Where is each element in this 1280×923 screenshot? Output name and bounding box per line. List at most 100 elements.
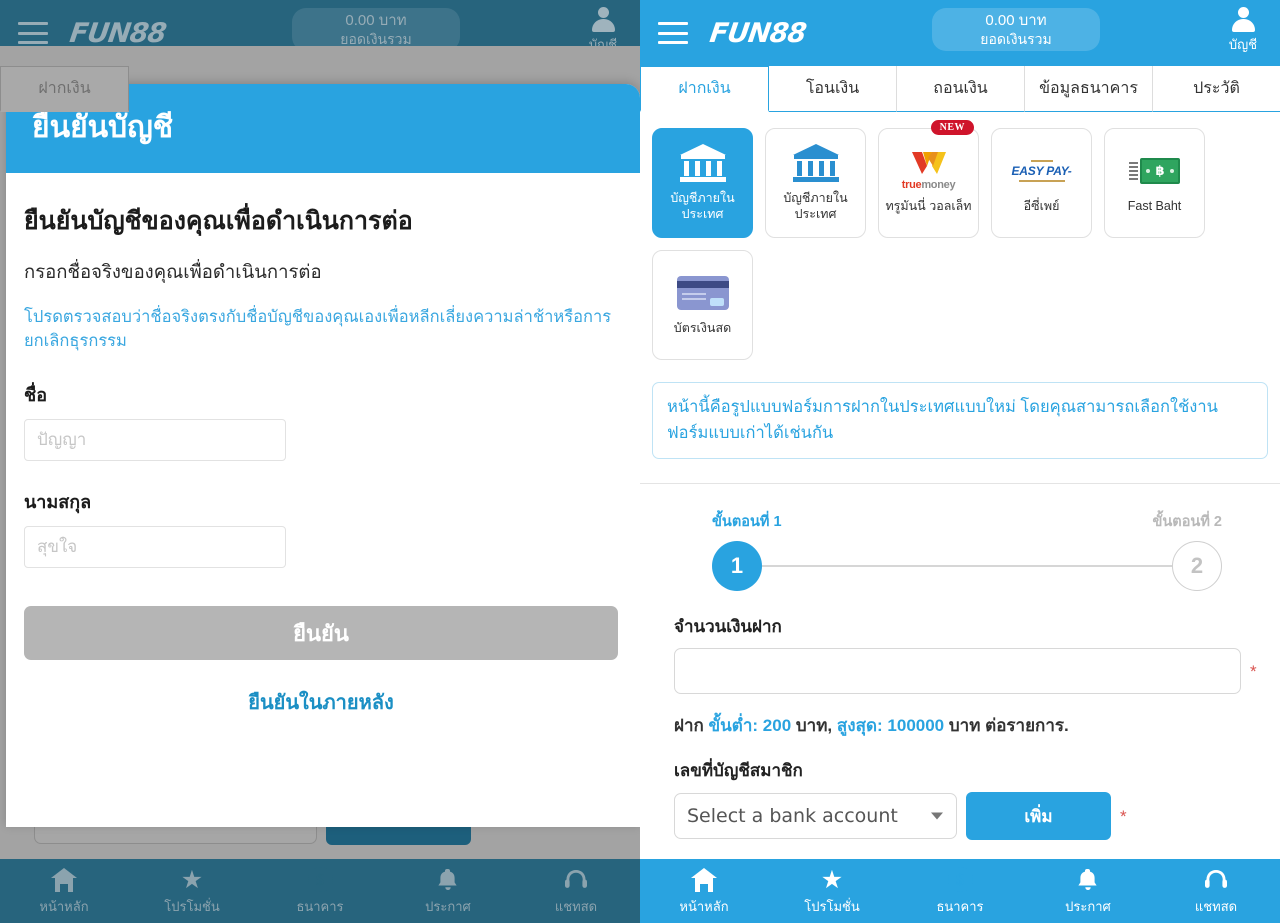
nav-item-promotion[interactable]: ★ โปรโมชั่น	[128, 866, 256, 917]
truemoney-wallet-logo: truemoney	[902, 150, 956, 192]
left-phone-panel: FUN88 0.00 บาท ยอดเงินรวม บัญชี ฝากเงิน …	[0, 0, 640, 923]
nav-item-announce[interactable]: ประกาศ	[384, 866, 512, 917]
limit-min-label: ขั้นต่ำ:	[708, 716, 759, 736]
payment-method-fastbaht[interactable]: ฿ Fast Baht	[1104, 128, 1205, 238]
amount-input[interactable]	[674, 648, 1241, 695]
app-header-right: FUN88 0.00 บาท ยอดเงินรวม บัญชี	[640, 0, 1280, 66]
nav-label-announce: ประกาศ	[425, 898, 471, 914]
payment-method-label: อีซี่เพย์	[1023, 198, 1060, 213]
deposit-stepper: ขั้นตอนที่ 1 ขั้นตอนที่ 2 1 2	[640, 484, 1280, 592]
bank-account-select[interactable]: Select a bank account	[674, 793, 957, 840]
step-1-label: ขั้นตอนที่ 1	[712, 514, 782, 531]
nav-label-bank: ธนาคาร	[936, 898, 984, 914]
nav-item-bank[interactable]: $ ธนาคาร	[256, 866, 384, 917]
deposit-limit-hint: ฝาก ขั้นต่ำ: 200 บาท, สูงสุด: 100000 บาท…	[674, 712, 1258, 739]
payment-method-cash-card[interactable]: บัตรเงินสด	[652, 250, 753, 360]
payment-method-easypay[interactable]: EASY PAY- อีซี่เพย์	[991, 128, 1092, 238]
firstname-input[interactable]	[24, 419, 286, 461]
lastname-field-group: นามสกุล	[24, 487, 618, 568]
firstname-field-group: ชื่อ	[24, 380, 618, 461]
payment-method-label: ทรูมันนี่ วอลเล็ท	[885, 198, 972, 213]
tab-strip-right: ฝากเงิน โอนเงิน ถอนเงิน ข้อมูลธนาคาร ประ…	[640, 66, 1280, 112]
bank-account-required-mark: *	[1120, 806, 1127, 826]
limit-max-unit: บาท	[948, 716, 981, 736]
lastname-input[interactable]	[24, 526, 286, 568]
dollar-coin-icon: $	[307, 866, 333, 892]
verify-account-modal: ยืนยันบัญชี ยืนยันบัญชีของคุณเพื่อดำเนิน…	[6, 84, 640, 827]
amount-field-group: จำนวนเงินฝาก *	[674, 613, 1258, 695]
tab-bank-info[interactable]: ข้อมูลธนาคาร	[1025, 66, 1153, 112]
user-avatar-icon	[1230, 7, 1256, 33]
star-icon: ★	[180, 865, 204, 894]
chevron-down-icon	[931, 812, 943, 820]
account-button[interactable]: บัญชี	[1216, 7, 1270, 55]
star-icon: ★	[820, 865, 844, 894]
balance-pill[interactable]: 0.00 บาท ยอดเงินรวม	[292, 8, 460, 51]
nav-label-home: หน้าหลัก	[679, 898, 729, 914]
truemoney-mark	[902, 150, 956, 176]
payment-method-label: Fast Baht	[1127, 198, 1182, 213]
tab-history[interactable]: ประวัติ	[1153, 66, 1280, 112]
tab-transfer[interactable]: โอนเงิน	[769, 66, 897, 112]
balance-amount: 0.00 บาท	[345, 12, 407, 29]
payment-method-local-bank-2[interactable]: บัญชีภายในประเทศ	[765, 128, 866, 238]
screenshot-root: FUN88 0.00 บาท ยอดเงินรวม บัญชี ฝากเงิน …	[0, 0, 1280, 923]
nav-item-home[interactable]: หน้าหลัก	[0, 866, 128, 917]
nav-label-promotion: โปรโมชั่น	[804, 898, 860, 914]
bank-account-field-group: เลขที่บัญชีสมาชิก Select a bank account …	[674, 757, 1258, 841]
nav-label-promotion: โปรโมชั่น	[164, 898, 220, 914]
modal-title: ยืนยันบัญชีของคุณเพื่อดำเนินการต่อ	[24, 207, 413, 235]
limit-max-label: สูงสุด:	[836, 716, 883, 736]
payment-method-truemoney[interactable]: NEW truemoney ทรูมันนี่ วอลเล็ท	[878, 120, 979, 238]
limit-max-value: 100000	[887, 716, 945, 736]
modal-warning: โปรดตรวจสอบว่าชื่อจริงตรงกับชื่อบัญชีของ…	[24, 307, 612, 351]
nav-item-bank[interactable]: $ ธนาคาร	[896, 866, 1024, 917]
payment-method-local-bank-1[interactable]: บัญชีภายในประเทศ	[652, 128, 753, 238]
add-bank-account-button[interactable]: เพิ่ม	[966, 792, 1111, 841]
bottom-nav-right: หน้าหลัก ★ โปรโมชั่น $ ธนาคาร ประกาศ แชท…	[640, 857, 1280, 923]
nav-item-livechat[interactable]: แชทสด	[512, 866, 640, 917]
tab-deposit[interactable]: ฝากเงิน	[640, 66, 769, 112]
nav-item-livechat[interactable]: แชทสด	[1152, 866, 1280, 917]
bottom-nav-left: หน้าหลัก ★ โปรโมชั่น $ ธนาคาร ประกาศ แชท…	[0, 857, 640, 923]
new-badge: NEW	[930, 120, 974, 135]
nav-item-home[interactable]: หน้าหลัก	[640, 866, 768, 917]
step-2-label: ขั้นตอนที่ 2	[1152, 514, 1222, 531]
bank-building-icon	[792, 142, 839, 184]
nav-item-promotion[interactable]: ★ โปรโมชั่น	[768, 866, 896, 917]
nav-label-home: หน้าหลัก	[39, 898, 89, 914]
new-form-notice: หน้านี้คือรูปแบบฟอร์มการฝากในประเทศแบบให…	[652, 382, 1268, 460]
nav-label-bank: ธนาคาร	[296, 898, 344, 914]
balance-pill[interactable]: 0.00 บาท ยอดเงินรวม	[932, 8, 1100, 51]
banknote-icon: ฿	[1129, 150, 1180, 192]
truemoney-text-bold: true	[901, 179, 922, 192]
hamburger-menu-icon[interactable]	[18, 22, 48, 44]
truemoney-text-light: money	[921, 179, 956, 192]
modal-subtitle: กรอกชื่อจริงของคุณเพื่อดำเนินการต่อ	[24, 260, 322, 282]
nav-item-announce[interactable]: ประกาศ	[1024, 866, 1152, 917]
hamburger-menu-icon[interactable]	[658, 22, 688, 44]
verify-later-link[interactable]: ยืนยันในภายหลัง	[24, 686, 618, 718]
home-icon	[51, 866, 77, 892]
tab-withdraw[interactable]: ถอนเงิน	[897, 66, 1025, 112]
bell-icon	[1077, 866, 1099, 892]
brand-logo: FUN88	[67, 17, 168, 49]
headset-icon	[563, 866, 589, 892]
account-label: บัญชี	[1228, 37, 1258, 52]
brand-logo: FUN88	[707, 17, 808, 49]
payment-method-label: บัตรเงินสด	[673, 320, 732, 335]
limit-min-unit: บาท,	[795, 716, 833, 736]
bank-building-icon	[679, 142, 726, 184]
deposit-form: จำนวนเงินฝาก * ฝาก ขั้นต่ำ: 200 บาท, สูง…	[640, 591, 1280, 841]
payment-method-grid: บัญชีภายในประเทศ บัญชีภายในประเทศ NEW tr…	[640, 112, 1280, 366]
lastname-label: นามสกุล	[24, 492, 92, 512]
confirm-button[interactable]: ยืนยัน	[24, 606, 618, 660]
bell-icon	[437, 866, 459, 892]
step-2-indicator: 2	[1172, 541, 1222, 592]
nav-label-announce: ประกาศ	[1065, 898, 1111, 914]
step-1-indicator: 1	[712, 541, 762, 592]
tab-deposit[interactable]: ฝากเงิน	[0, 66, 129, 112]
easypay-logo: EASY PAY-	[1012, 150, 1072, 192]
limit-suffix: ต่อรายการ.	[985, 716, 1069, 736]
amount-label: จำนวนเงินฝาก	[674, 617, 782, 637]
